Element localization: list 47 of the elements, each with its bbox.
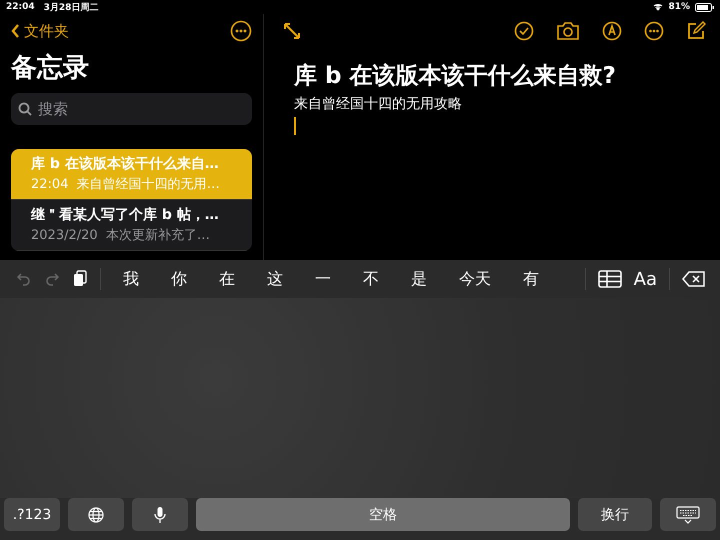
search-field[interactable]: 搜索: [11, 93, 252, 125]
space-key[interactable]: 空格: [196, 498, 570, 531]
note-title: 库 b 在该版本该干什么来自…: [31, 155, 220, 173]
microphone-key[interactable]: [132, 498, 188, 531]
wifi-icon: [653, 3, 664, 11]
more-icon[interactable]: [644, 21, 664, 41]
delete-icon[interactable]: [682, 271, 706, 287]
globe-key[interactable]: [68, 498, 124, 531]
text-cursor: [294, 117, 296, 135]
more-icon[interactable]: [230, 20, 252, 42]
keyboard-icon: [676, 506, 700, 524]
candidate-word[interactable]: 这: [257, 268, 293, 290]
note-title: 继＂看某人写了个库 b 帖，…: [31, 206, 220, 224]
search-icon: [18, 102, 32, 116]
compose-icon[interactable]: [686, 21, 706, 41]
note-preview: 22:04 来自曾经国十四的无用…: [31, 176, 221, 193]
chevron-left-icon: [11, 24, 20, 38]
notes-title: 备忘录: [11, 52, 90, 85]
checklist-icon[interactable]: [514, 21, 534, 41]
note-body-text: 来自曾经国十四的无用攻略: [294, 95, 463, 113]
table-icon[interactable]: [598, 270, 622, 288]
folders-back-button[interactable]: 文件夹: [11, 22, 69, 40]
globe-icon: [88, 506, 104, 522]
battery-percent: 81%: [668, 2, 690, 12]
candidate-word[interactable]: 我: [113, 268, 149, 290]
keyboard-key[interactable]: .?123: [4, 498, 60, 531]
note-heading: 库 b 在该版本该干什么来自救?: [294, 62, 617, 91]
status-date: 3月28日周二: [44, 2, 98, 14]
paste-icon[interactable]: [72, 270, 88, 288]
battery-icon: [695, 2, 714, 12]
keyboard-key[interactable]: 换行: [578, 498, 652, 531]
note-preview: 2023/2/20 本次更新补充了…: [31, 227, 211, 244]
candidate-word[interactable]: 今天: [449, 268, 501, 290]
status-time: 22:04: [6, 2, 35, 12]
candidate-word[interactable]: 你: [161, 268, 197, 290]
candidate-word[interactable]: 是: [401, 268, 437, 290]
hide-keyboard-key[interactable]: [660, 498, 716, 531]
expand-icon[interactable]: [282, 21, 302, 41]
format-button[interactable]: Aa: [634, 268, 657, 290]
camera-icon[interactable]: [556, 21, 580, 41]
candidate-word[interactable]: 在: [209, 268, 245, 290]
candidate-word[interactable]: 不: [353, 268, 389, 290]
microphone-icon: [153, 506, 167, 524]
candidate-word[interactable]: 有: [513, 268, 549, 290]
note-list-item[interactable]: 继＂看某人写了个库 b 帖，… 2023/2/20 本次更新补充了…: [11, 200, 252, 251]
pen-icon[interactable]: [602, 21, 622, 41]
candidate-word[interactable]: 一: [305, 268, 341, 290]
